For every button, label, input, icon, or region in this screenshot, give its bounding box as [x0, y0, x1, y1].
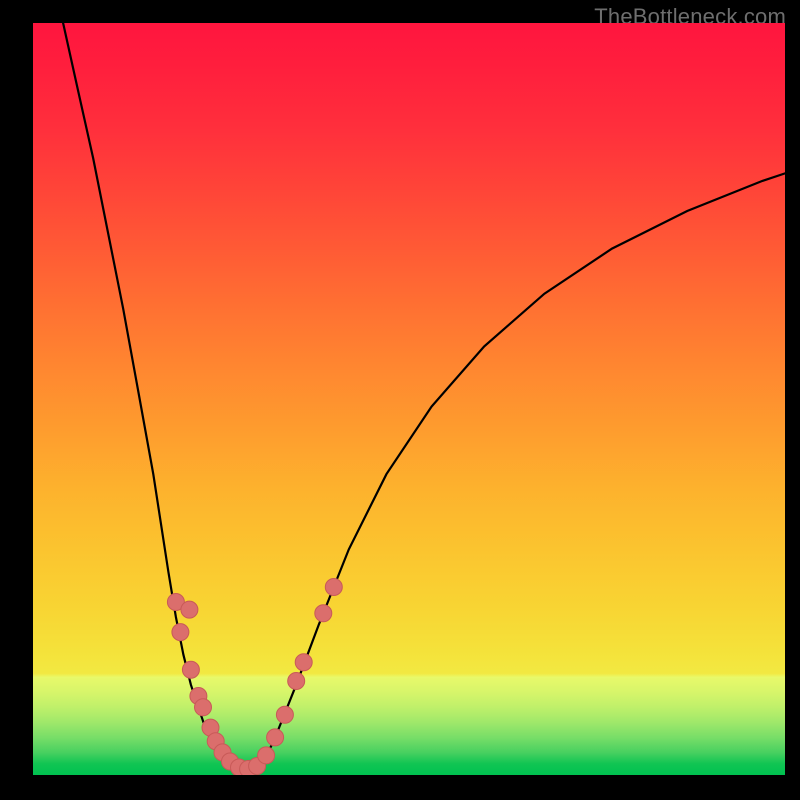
dot-layer [167, 579, 342, 776]
data-point-dot [288, 673, 305, 690]
data-point-dot [181, 601, 198, 618]
chart-svg [33, 23, 785, 775]
app-frame: TheBottleneck.com [0, 0, 800, 800]
data-point-dot [172, 624, 189, 641]
data-point-dot [325, 579, 342, 596]
plot-area [33, 23, 785, 775]
data-point-dot [295, 654, 312, 671]
data-point-dot [258, 747, 275, 764]
data-point-dot [195, 699, 212, 716]
data-point-dot [276, 706, 293, 723]
data-point-dot [182, 661, 199, 678]
data-point-dot [315, 605, 332, 622]
data-point-dot [267, 729, 284, 746]
bottleneck-curve [63, 23, 785, 770]
curve-layer [63, 23, 785, 770]
